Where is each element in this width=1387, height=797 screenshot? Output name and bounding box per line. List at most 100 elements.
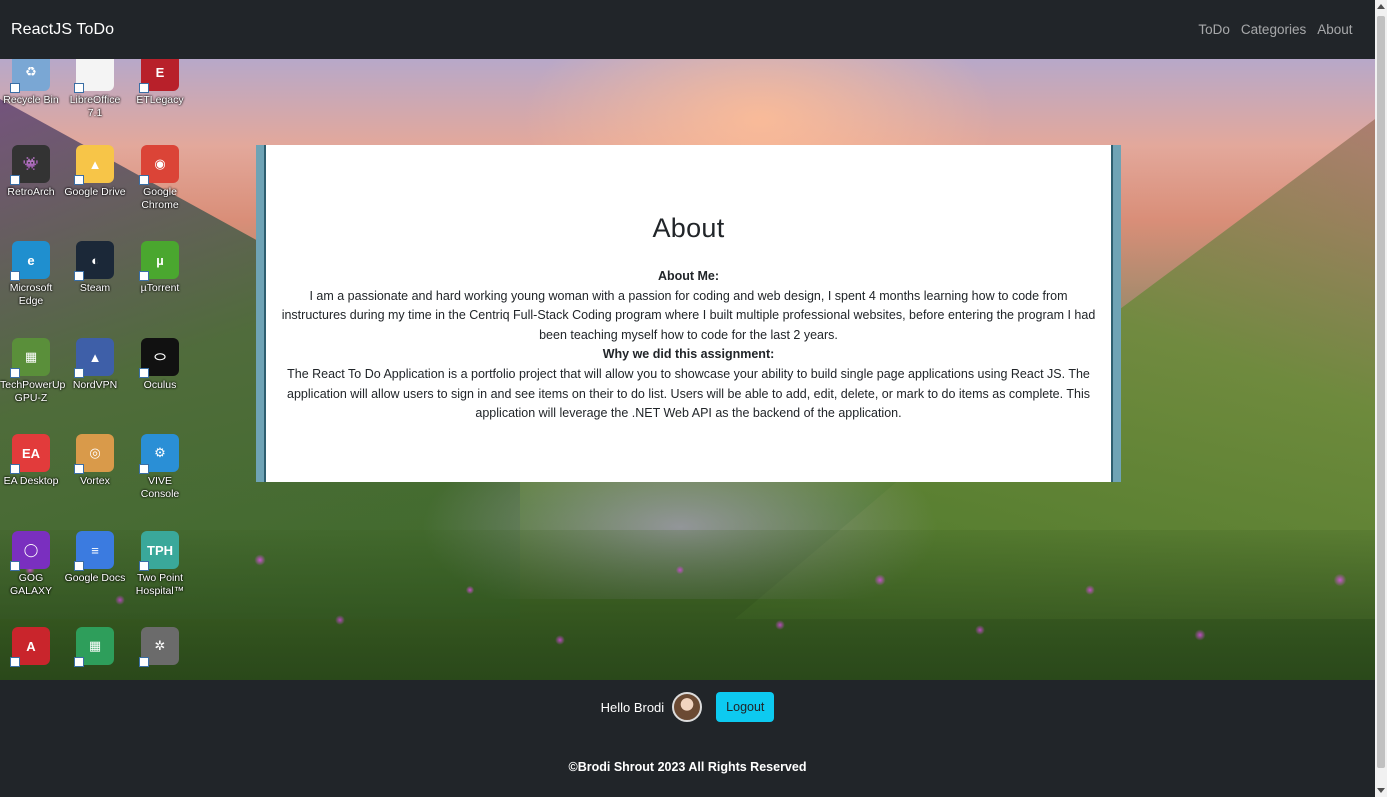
desktop-icon-label: NordVPN: [72, 379, 118, 391]
desktop-icon-grid: ♻ Recycle Bin LibreOffice 7.1 E ETLegacy 👾 Ret…: [0, 59, 192, 680]
why-text: The React To Do Application is a portfol…: [287, 366, 1090, 421]
oculus-icon: ⬭: [139, 338, 179, 378]
steam-icon: ◐: [74, 241, 114, 281]
desktop-icon[interactable]: TPH Two Point Hospital™: [129, 531, 191, 598]
chrome-icon: ◉: [139, 145, 179, 185]
desktop-icon[interactable]: ▦ TechPowerUp GPU-Z: [0, 338, 66, 405]
desktop-icon[interactable]: 👾 RetroArch: [0, 145, 62, 199]
shortcut-arrow-icon: [139, 657, 149, 667]
page-footer: Hello Brodi Logout ©Brodi Shrout 2023 Al…: [0, 680, 1375, 797]
shortcut-arrow-icon: [139, 561, 149, 571]
ea-desktop-icon: EA: [10, 434, 50, 474]
greeting-text: Hello Brodi: [600, 699, 665, 715]
shortcut-arrow-icon: [74, 561, 84, 571]
desktop-icon-label: RetroArch: [7, 186, 55, 198]
two-point-hospital-icon: TPH: [139, 531, 179, 571]
user-greeting-row: Hello Brodi Logout: [0, 692, 1375, 722]
desktop-icon-label: VIVE Console: [140, 475, 180, 500]
shortcut-arrow-icon: [74, 175, 84, 185]
background-flower-meadow: [0, 530, 1375, 680]
desktop-icon-label: Google Drive: [64, 186, 126, 198]
gog-galaxy-icon: ◯: [10, 531, 50, 571]
acrobat-icon: A: [10, 627, 50, 667]
desktop-icon[interactable]: E ETLegacy: [129, 59, 191, 107]
copyright-text: ©Brodi Shrout 2023 All Rights Reserved: [568, 760, 807, 774]
desktop-icon-label: Steam: [79, 282, 111, 294]
gpu-z-icon: ▦: [10, 338, 50, 378]
shortcut-arrow-icon: [139, 368, 149, 378]
shortcut-arrow-icon: [139, 175, 149, 185]
desktop-icon[interactable]: ⚙ VIVE Console: [129, 434, 191, 501]
desktop-icon-label: Two Point Hospital™: [135, 572, 185, 597]
nav-link-todo[interactable]: ToDo: [1193, 22, 1236, 37]
scroll-thumb[interactable]: [1377, 16, 1385, 768]
google-sheets-icon: ▦: [74, 627, 114, 667]
desktop-icon[interactable]: ▲ Google Drive: [64, 145, 126, 199]
vive-console-icon: ⚙: [139, 434, 179, 474]
desktop-icon-label: Microsoft Edge: [9, 282, 53, 307]
shortcut-arrow-icon: [10, 175, 20, 185]
desktop-icon[interactable]: ≡ Google Docs: [64, 531, 126, 585]
shortcut-arrow-icon: [139, 464, 149, 474]
top-navbar: ReactJS ToDo ToDo Categories About: [0, 0, 1375, 59]
aperture-icon: ✲: [139, 627, 179, 667]
desktop-icon-label: TechPowerUp GPU-Z: [0, 379, 66, 404]
retroarch-icon: 👾: [10, 145, 50, 185]
vertical-scrollbar[interactable]: [1375, 0, 1387, 797]
desktop-icon[interactable]: ▲ NordVPN: [64, 338, 126, 392]
desktop-icon-label: GOG GALAXY: [9, 572, 53, 597]
shortcut-arrow-icon: [139, 271, 149, 281]
desktop-icon-label: Google Chrome: [141, 186, 179, 211]
shortcut-arrow-icon: [74, 657, 84, 667]
desktop-icon-label: EA Desktop: [3, 475, 59, 487]
about-me-text: I am a passionate and hard working young…: [281, 288, 1096, 342]
background-hero: ♻ Recycle Bin LibreOffice 7.1 E ETLegacy 👾 Ret…: [0, 59, 1375, 680]
desktop-icon[interactable]: ◯ GOG GALAXY: [0, 531, 62, 598]
shortcut-arrow-icon: [74, 368, 84, 378]
shortcut-arrow-icon: [74, 271, 84, 281]
desktop-icon-label: Vortex: [80, 475, 110, 487]
google-drive-icon: ▲: [74, 145, 114, 185]
nav-links: ToDo Categories About: [1193, 22, 1364, 37]
about-card: About About Me: I am a passionate and ha…: [256, 145, 1121, 482]
vortex-icon: ◎: [74, 434, 114, 474]
desktop-icon[interactable]: EA EA Desktop: [0, 434, 62, 488]
desktop-icon[interactable]: ◉ Google Chrome: [129, 145, 191, 212]
desktop-icon[interactable]: µ µTorrent: [129, 241, 191, 295]
desktop-icon-label: Recycle Bin: [3, 94, 59, 106]
shortcut-arrow-icon: [10, 83, 20, 93]
desktop-icon[interactable]: e Microsoft Edge: [0, 241, 62, 308]
shortcut-arrow-icon: [74, 83, 84, 93]
shortcut-arrow-icon: [10, 271, 20, 281]
google-docs-icon: ≡: [74, 531, 114, 571]
why-heading: Why we did this assignment:: [602, 347, 775, 362]
avatar: [672, 692, 703, 722]
page-title: About: [652, 213, 725, 243]
shortcut-arrow-icon: [10, 657, 20, 667]
nordvpn-icon: ▲: [74, 338, 114, 378]
desktop-icon-label: Google Docs: [64, 572, 126, 584]
desktop-icon[interactable]: ✲: [129, 627, 191, 668]
desktop-icon[interactable]: ◎ Vortex: [64, 434, 126, 488]
logout-button[interactable]: Logout: [716, 692, 775, 722]
brand-link[interactable]: ReactJS ToDo: [11, 21, 114, 39]
scroll-down-icon[interactable]: [1377, 788, 1385, 793]
recycle-bin-icon: ♻: [10, 59, 50, 93]
desktop-icon-label: ETLegacy: [136, 94, 184, 106]
about-me-heading: About Me:: [657, 269, 720, 283]
edge-icon: e: [10, 241, 50, 281]
scroll-up-icon[interactable]: [1377, 4, 1385, 9]
shortcut-arrow-icon: [10, 464, 20, 474]
desktop-icon[interactable]: ◐ Steam: [64, 241, 126, 295]
libreoffice-icon: [74, 59, 114, 93]
nav-link-about[interactable]: About: [1312, 22, 1358, 37]
desktop-icon[interactable]: ▦: [64, 627, 126, 668]
nav-link-categories[interactable]: Categories: [1235, 22, 1311, 37]
shortcut-arrow-icon: [10, 368, 20, 378]
desktop-icon[interactable]: ⬭ Oculus: [129, 338, 191, 392]
desktop-icon[interactable]: ♻ Recycle Bin: [0, 59, 62, 107]
utorrent-icon: µ: [139, 241, 179, 281]
desktop-icon[interactable]: A: [0, 627, 62, 668]
desktop-icon-label: LibreOffice 7.1: [69, 94, 121, 119]
desktop-icon[interactable]: LibreOffice 7.1: [64, 59, 126, 120]
